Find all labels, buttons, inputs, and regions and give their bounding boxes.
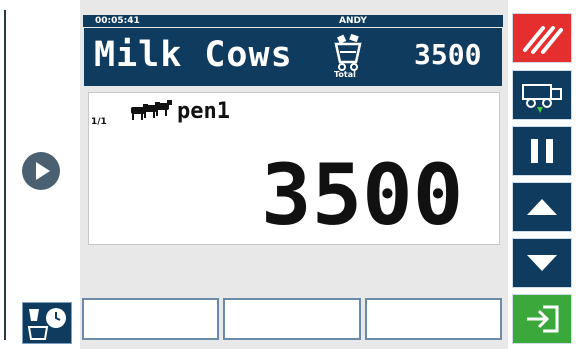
play-icon: [36, 162, 50, 180]
play-button[interactable]: [22, 152, 60, 190]
pause-button[interactable]: [512, 126, 572, 176]
bottom-slot-2[interactable]: [223, 298, 361, 340]
enter-arrow-icon: [527, 305, 559, 333]
triangle-up-icon: [527, 199, 557, 215]
feed-wagon-icon: [522, 84, 562, 113]
total-label: Total: [334, 70, 356, 79]
page-indicator: 1/1: [91, 117, 107, 127]
cow-group-icon: [129, 99, 175, 121]
bottom-slot-3[interactable]: [364, 298, 502, 340]
diagonal-stripes-icon: [523, 26, 563, 54]
total-amount: 3500: [414, 38, 482, 71]
pen-amount: 3500: [261, 146, 464, 244]
left-divider: [4, 10, 6, 340]
bottom-slots: [82, 298, 502, 340]
confirm-button[interactable]: [512, 294, 572, 344]
pen-name: pen1: [177, 99, 230, 124]
bottom-slot-1[interactable]: [82, 298, 220, 340]
pause-icon: [531, 139, 553, 163]
bucket-clock-icon: [27, 308, 66, 340]
mixer-status-button[interactable]: [22, 302, 72, 344]
ration-title: Milk Cows: [94, 35, 293, 75]
stop-button[interactable]: [512, 13, 572, 63]
clock-text: 00:05:41: [95, 16, 140, 26]
ration-header: Milk Cows Total 3500: [84, 28, 502, 86]
scroll-up-button[interactable]: [512, 182, 572, 232]
feed-wagon-button[interactable]: [512, 70, 572, 120]
status-bar: 00:05:41 ANDY: [83, 15, 503, 27]
triangle-down-icon: [527, 255, 557, 271]
user-name: ANDY: [339, 16, 367, 26]
scroll-down-button[interactable]: [512, 238, 572, 288]
pen-card: 1/1 pen1 3500: [88, 92, 500, 245]
